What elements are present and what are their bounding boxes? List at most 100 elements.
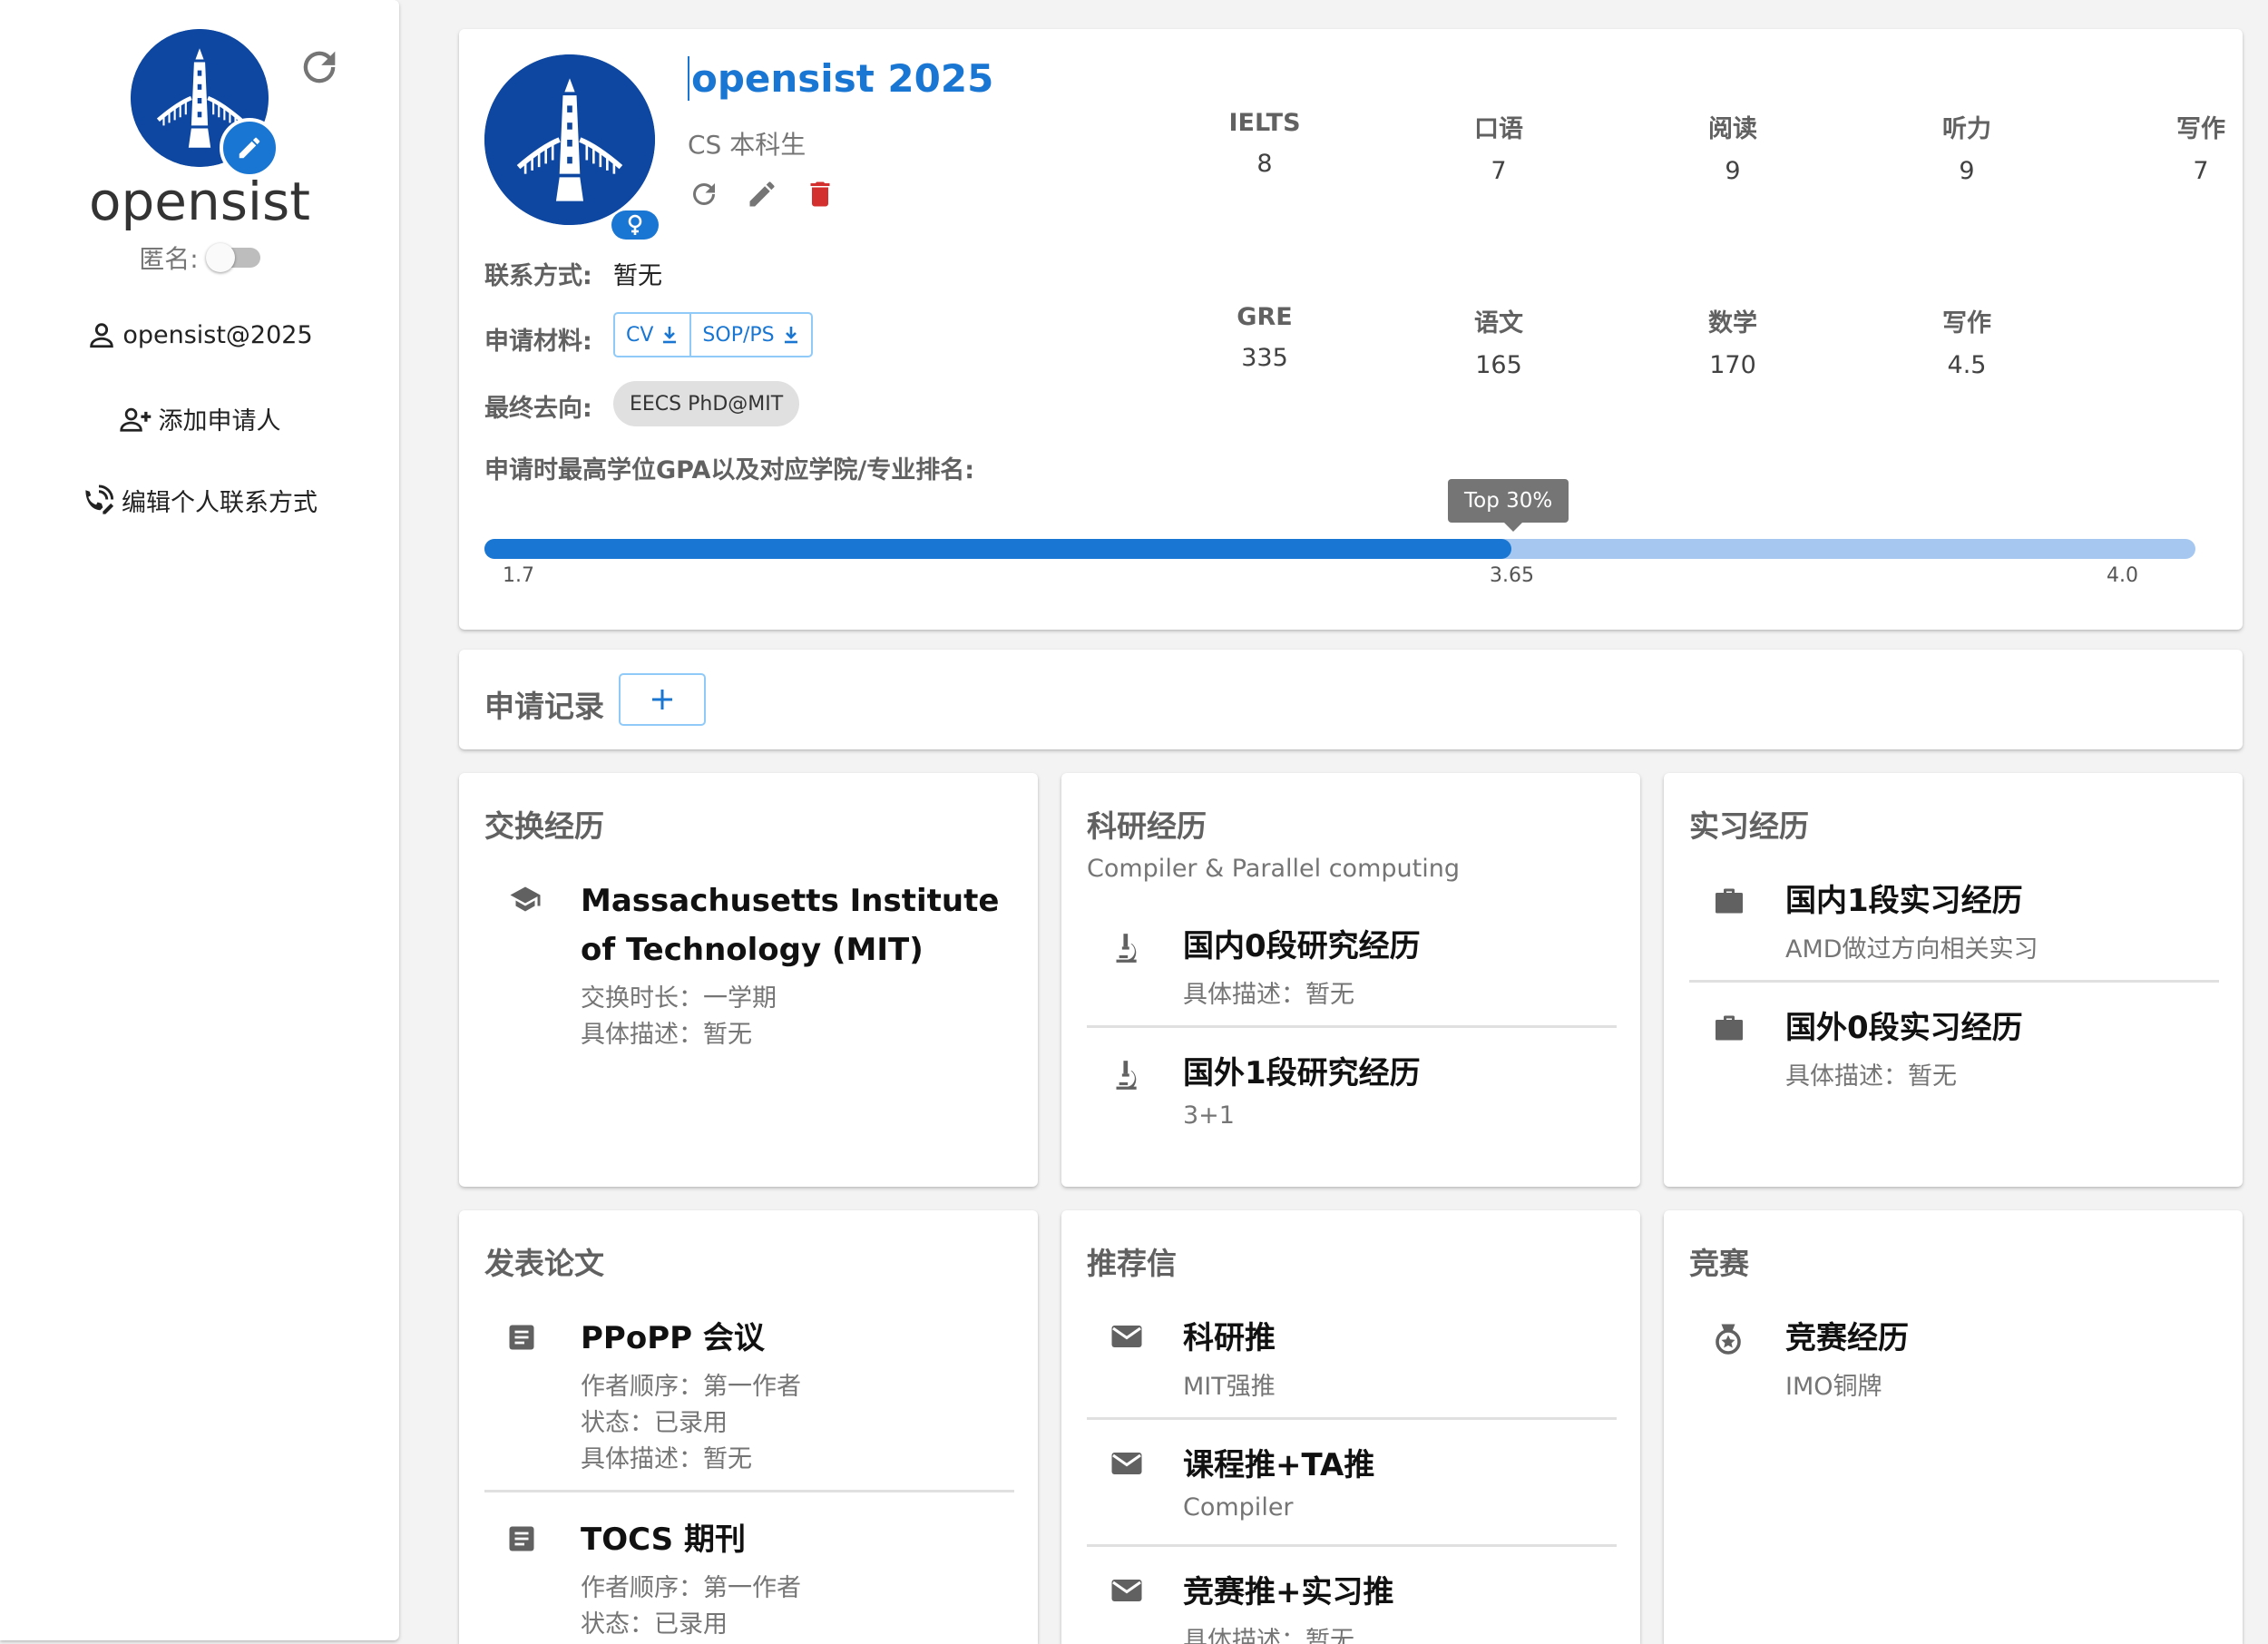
gender-badge bbox=[611, 210, 659, 240]
score-value: 165 bbox=[1475, 351, 1522, 379]
cv-label: CV bbox=[626, 323, 654, 347]
anonymous-row: 匿名: bbox=[0, 240, 399, 276]
research-item-line: 具体描述：暂无 bbox=[1183, 981, 1354, 1009]
gpa-rank-tooltip: Top 30% bbox=[1448, 479, 1569, 532]
score-value: 7 bbox=[2193, 157, 2209, 185]
mail-icon bbox=[1110, 1450, 1143, 1477]
pencil-icon bbox=[236, 134, 263, 161]
add-applicant-link[interactable]: 添加申请人 bbox=[0, 401, 399, 436]
contact-edit-icon bbox=[82, 484, 116, 517]
add-record-button[interactable] bbox=[619, 673, 706, 726]
contact-label: 联系方式: bbox=[484, 262, 592, 290]
recommendation-line: Compiler bbox=[1183, 1493, 1294, 1522]
divider bbox=[484, 1490, 1014, 1492]
paper-status: 状态：已录用 bbox=[581, 1610, 728, 1639]
recommendation-title: 课程推+TA推 bbox=[1183, 1447, 1375, 1483]
competition-title: 竞赛经历 bbox=[1785, 1320, 1909, 1356]
briefcase-icon bbox=[1713, 1013, 1745, 1043]
mail-icon bbox=[1110, 1577, 1143, 1604]
ielts-reading: 阅读 9 bbox=[1642, 109, 1823, 185]
refresh-icon[interactable] bbox=[296, 44, 343, 91]
score-value: 8 bbox=[1256, 150, 1273, 178]
download-icon bbox=[660, 325, 679, 345]
refresh-icon[interactable] bbox=[688, 178, 720, 210]
research-card: 科研经历 Compiler & Parallel computing 国内0段研… bbox=[1061, 773, 1640, 1187]
recommendation-line: 具体描述：暂无 bbox=[1183, 1627, 1354, 1644]
mail-icon bbox=[1110, 1323, 1143, 1350]
paper-description: 具体描述：暂无 bbox=[581, 1445, 752, 1473]
contact-value: 暂无 bbox=[613, 262, 662, 290]
anonymous-toggle[interactable] bbox=[205, 243, 260, 272]
internship-item-line: 具体描述：暂无 bbox=[1785, 1062, 1957, 1091]
toggle-knob bbox=[205, 243, 235, 272]
internship-item-title: 国内1段实习经历 bbox=[1785, 883, 2023, 919]
gre-total: GRE 335 bbox=[1174, 303, 1355, 372]
sidebar-username: opensist bbox=[88, 171, 311, 232]
gre-writing: 写作 4.5 bbox=[1876, 303, 2058, 379]
records-title: 申请记录 bbox=[484, 689, 604, 724]
paper-item[interactable]: TOCS 期刊 作者顺序：第一作者 状态：已录用 bbox=[484, 1515, 1014, 1642]
user-account-label: opensist@2025 bbox=[122, 320, 313, 349]
divider bbox=[1689, 980, 2219, 983]
score-value: 7 bbox=[1491, 157, 1507, 185]
application-records-card: 申请记录 bbox=[459, 650, 2243, 749]
internship-card: 实习经历 国内1段实习经历 AMD做过方向相关实习 国外0段实习经历 具体描述：… bbox=[1664, 773, 2243, 1187]
internship-item[interactable]: 国内1段实习经历 AMD做过方向相关实习 bbox=[1689, 876, 2219, 967]
gre-verbal: 语文 165 bbox=[1408, 303, 1589, 379]
exchange-description: 具体描述：暂无 bbox=[581, 1021, 752, 1049]
avatar-edit-button[interactable] bbox=[220, 118, 279, 178]
paper-item[interactable]: PPoPP 会议 作者顺序：第一作者 状态：已录用 具体描述：暂无 bbox=[484, 1314, 1014, 1486]
sidebar-avatar-wrap bbox=[131, 29, 279, 178]
research-item-line: 3+1 bbox=[1183, 1101, 1235, 1130]
microscope-icon bbox=[1110, 1058, 1139, 1092]
competitions-title: 竞赛 bbox=[1689, 1246, 1749, 1281]
research-item[interactable]: 国外1段研究经历 3+1 bbox=[1087, 1049, 1617, 1140]
document-icon bbox=[508, 1524, 535, 1553]
internship-item[interactable]: 国外0段实习经历 具体描述：暂无 bbox=[1689, 1003, 2219, 1094]
research-item[interactable]: 国内0段研究经历 具体描述：暂无 bbox=[1087, 922, 1617, 1013]
add-applicant-label: 添加申请人 bbox=[158, 407, 281, 435]
edit-contact-link[interactable]: 编辑个人联系方式 bbox=[0, 483, 399, 518]
score-value: 9 bbox=[1959, 157, 1975, 185]
research-item-title: 国外1段研究经历 bbox=[1183, 1055, 1421, 1091]
medal-icon bbox=[1713, 1323, 1744, 1355]
paper-item-title: PPoPP 会议 bbox=[581, 1320, 765, 1356]
gpa-slider[interactable] bbox=[484, 539, 2195, 559]
competition-item[interactable]: 竞赛经历 IMO铜牌 bbox=[1689, 1314, 2219, 1404]
score-label: 口语 bbox=[1474, 115, 1523, 143]
score-value: 170 bbox=[1709, 351, 1756, 379]
profile-card: opensist 2025 CS 本科生 IELTS 8 口语 7 阅读 9 听… bbox=[459, 29, 2243, 630]
ielts-total: IELTS 8 bbox=[1174, 109, 1355, 178]
score-label: 写作 bbox=[2176, 115, 2225, 143]
paper-author-order: 作者顺序：第一作者 bbox=[581, 1373, 801, 1401]
sidebar: opensist 匿名: opensist@2025 添加申请人 编辑个人联系方… bbox=[0, 0, 399, 1640]
recommendation-item[interactable]: 课程推+TA推 Compiler bbox=[1087, 1441, 1617, 1531]
microscope-icon bbox=[1110, 931, 1139, 965]
recommendation-line: MIT强推 bbox=[1183, 1373, 1276, 1401]
score-label: 听力 bbox=[1942, 115, 1991, 143]
score-label: 语文 bbox=[1474, 309, 1523, 338]
app-root: { "sidebar": { "name": "opensist", "anon… bbox=[0, 0, 2268, 1644]
exchange-school: Massachusetts Institute of Technology (M… bbox=[581, 883, 1000, 968]
recommendation-item[interactable]: 科研推 MIT强推 bbox=[1087, 1314, 1617, 1404]
recommendation-item[interactable]: 竞赛推+实习推 具体描述：暂无 bbox=[1087, 1568, 1617, 1644]
briefcase-icon bbox=[1713, 886, 1745, 916]
sop-download-button[interactable]: SOP/PS bbox=[689, 314, 810, 356]
profile-title[interactable]: opensist 2025 bbox=[688, 56, 993, 101]
score-label: IELTS bbox=[1228, 109, 1301, 137]
score-value: 335 bbox=[1241, 344, 1288, 372]
competitions-card: 竞赛 竞赛经历 IMO铜牌 bbox=[1664, 1210, 2243, 1644]
materials-label: 申请材料: bbox=[484, 328, 592, 356]
paper-author-order: 作者顺序：第一作者 bbox=[581, 1574, 801, 1602]
exchange-item[interactable]: Massachusetts Institute of Technology (M… bbox=[484, 876, 1014, 1058]
gpa-max-label: 4.0 bbox=[2107, 564, 2138, 587]
user-account-link[interactable]: opensist@2025 bbox=[0, 319, 399, 350]
cv-download-button[interactable]: CV bbox=[615, 314, 689, 356]
score-label: 数学 bbox=[1708, 309, 1757, 338]
recommendation-title: 竞赛推+实习推 bbox=[1183, 1574, 1394, 1610]
trash-icon[interactable] bbox=[804, 178, 836, 210]
gpa-slider-fill bbox=[484, 539, 1511, 559]
internship-item-title: 国外0段实习经历 bbox=[1785, 1010, 2023, 1046]
pencil-icon[interactable] bbox=[746, 178, 778, 210]
score-value: 4.5 bbox=[1947, 351, 1987, 379]
